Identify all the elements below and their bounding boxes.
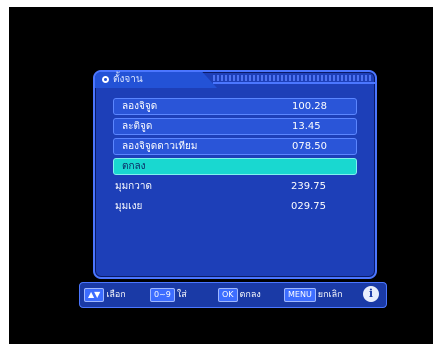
azimuth-label: มุมกวาด [115, 181, 152, 192]
footer-hint-bar: ▲▼ เลือก 0~9 ใส่ OK ตกลง MENU ยกเลิก i [79, 282, 387, 308]
info-icon[interactable]: i [363, 286, 379, 302]
latitude-label: ละติจูด [122, 121, 153, 132]
elevation-value: 029.75 [291, 201, 326, 212]
elevation-label: มุมเงย [115, 201, 143, 212]
azimuth-value: 239.75 [291, 181, 326, 192]
satellite-longitude-value[interactable]: 078.50 [292, 139, 327, 154]
ok-key-icon: OK [218, 288, 238, 302]
title-bullet-icon [102, 76, 109, 83]
latitude-value[interactable]: 13.45 [292, 119, 321, 134]
hint-ok[interactable]: OK ตกลง [218, 287, 261, 303]
azimuth-row: มุมกวาด 239.75 [113, 178, 357, 195]
latitude-row[interactable]: ละติจูด 13.45 [113, 118, 357, 135]
hint-select[interactable]: ▲▼ เลือก [84, 287, 126, 303]
hint-menu-label: ยกเลิก [317, 290, 343, 300]
tv-screen: ตั้งจาน ลองจิจูด 100.28 ละติจูด 13.45 ลอ… [9, 7, 433, 344]
satellite-longitude-row[interactable]: ลองจิจูดดาวเทียม 078.50 [113, 138, 357, 155]
longitude-label: ลองจิจูด [122, 101, 158, 112]
hint-select-label: เลือก [106, 290, 126, 300]
hint-input[interactable]: 0~9 ใส่ [150, 287, 187, 303]
header-line [213, 82, 375, 84]
ok-row[interactable]: ตกลง [113, 158, 357, 175]
number-keys-icon: 0~9 [150, 288, 175, 302]
arrow-keys-icon: ▲▼ [84, 288, 105, 302]
header-stripe [213, 75, 371, 81]
elevation-row: มุมเงย 029.75 [113, 198, 357, 215]
ok-label: ตกลง [122, 161, 146, 172]
hint-menu[interactable]: MENU ยกเลิก [284, 287, 343, 303]
longitude-value[interactable]: 100.28 [292, 99, 327, 114]
longitude-row[interactable]: ลองจิจูด 100.28 [113, 98, 357, 115]
dish-setup-panel: ตั้งจาน ลองจิจูด 100.28 ละติจูด 13.45 ลอ… [93, 70, 377, 279]
menu-key-icon: MENU [284, 288, 316, 302]
hint-input-label: ใส่ [176, 290, 187, 300]
menu-header: ตั้งจาน [95, 72, 375, 88]
hint-ok-label: ตกลง [239, 290, 261, 300]
menu-title: ตั้งจาน [113, 74, 143, 85]
satellite-longitude-label: ลองจิจูดดาวเทียม [122, 141, 198, 152]
